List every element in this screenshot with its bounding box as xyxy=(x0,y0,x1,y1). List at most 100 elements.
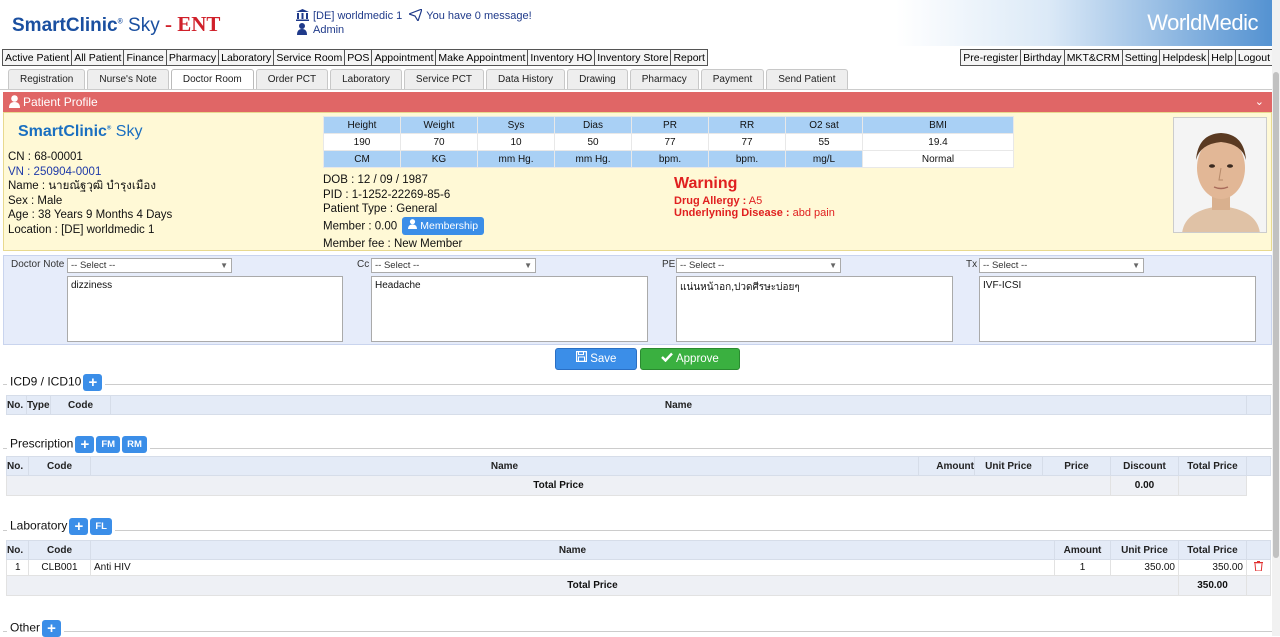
menu-item-all-patient[interactable]: All Patient xyxy=(71,49,125,66)
save-button-label: Save xyxy=(590,353,617,365)
tab-send-patient[interactable]: Send Patient xyxy=(766,69,848,89)
menu-item-active-patient[interactable]: Active Patient xyxy=(2,49,73,66)
add-laboratory-button[interactable]: + xyxy=(69,518,89,535)
menu-item-inventory-store[interactable]: Inventory Store xyxy=(594,49,672,66)
lab-unit-price[interactable]: 350.00 xyxy=(1110,559,1179,576)
add-other-button[interactable]: + xyxy=(42,620,62,637)
menu-item-appointment[interactable]: Appointment xyxy=(371,49,437,66)
icd-section: ICD9 / ICD10 + No. Type Code Name xyxy=(3,372,1272,417)
patient-name: Name : นายณัฐวุฒิ บำรุงเมือง xyxy=(8,180,156,193)
vital-unit-weight: KG xyxy=(401,151,477,167)
brand-name: WorldMedic xyxy=(1147,10,1258,35)
approve-button[interactable]: Approve xyxy=(640,348,740,370)
tab-nurse-s-note[interactable]: Nurse's Note xyxy=(87,69,169,89)
trash-icon[interactable] xyxy=(1246,559,1271,576)
laboratory-total-label: Total Price xyxy=(6,575,1179,596)
patient-pid: PID : 1-1252-22269-85-6 xyxy=(323,188,451,201)
tx-textarea[interactable]: IVF-ICSI xyxy=(979,276,1256,342)
page-scrollbar[interactable] xyxy=(1272,0,1280,636)
add-icd-button[interactable]: + xyxy=(83,374,103,391)
menu-item-pharmacy[interactable]: Pharmacy xyxy=(165,49,220,66)
menu-item-report[interactable]: Report xyxy=(670,49,708,66)
table-row[interactable]: 1 CLB001 Anti HIV 1 350.00 350.00 xyxy=(6,559,1271,576)
lab-amount[interactable]: 1 xyxy=(1054,559,1111,576)
vital-value-pr[interactable]: 77 xyxy=(632,134,708,150)
tab-laboratory[interactable]: Laboratory xyxy=(330,69,402,89)
vital-header-weight: Weight xyxy=(401,117,477,133)
membership-button-label: Membership xyxy=(420,219,479,232)
tab-data-history[interactable]: Data History xyxy=(486,69,566,89)
cc-select[interactable]: -- Select -- ▼ xyxy=(371,258,536,273)
vital-value-rr[interactable]: 77 xyxy=(709,134,785,150)
column-header-amount: Amount xyxy=(918,456,975,476)
column-header-name: Name xyxy=(90,540,1055,560)
cc-textarea[interactable]: Headache xyxy=(371,276,648,342)
rm-button[interactable]: RM xyxy=(122,436,147,453)
column-header-actions xyxy=(1246,395,1271,415)
message-link[interactable]: You have 0 message! xyxy=(426,10,531,22)
other-title: Other xyxy=(10,620,41,635)
membership-button[interactable]: Membership xyxy=(402,216,485,236)
menu-item-help[interactable]: Help xyxy=(1208,49,1236,66)
vital-value-weight[interactable]: 70 xyxy=(401,134,477,150)
scrollbar-thumb[interactable] xyxy=(1273,72,1279,558)
tab-pharmacy[interactable]: Pharmacy xyxy=(629,69,699,89)
vital-value-sys[interactable]: 10 xyxy=(478,134,554,150)
menu-item-pre-register[interactable]: Pre-register xyxy=(960,49,1022,66)
menu-item-service-room[interactable]: Service Room xyxy=(273,49,346,66)
column-header-total-price: Total Price xyxy=(1178,540,1247,560)
chevron-down-icon[interactable]: ⌄ xyxy=(1255,92,1264,112)
icd-title: ICD9 / ICD10 xyxy=(10,374,82,389)
patient-photo[interactable] xyxy=(1173,117,1267,233)
add-prescription-button[interactable]: + xyxy=(75,436,95,453)
prescription-table: No. Code Name Amount Unit Price Price Discount… xyxy=(6,456,1271,496)
tab-doctor-room[interactable]: Doctor Room xyxy=(170,69,254,89)
menu-item-inventory-ho[interactable]: Inventory HO xyxy=(527,49,596,66)
user-icon xyxy=(295,22,309,38)
menu-item-finance[interactable]: Finance xyxy=(123,49,167,66)
vital-value-dias[interactable]: 50 xyxy=(555,134,631,150)
app-logo[interactable]: SmartClinic® Sky - ENT xyxy=(12,12,220,37)
doctor-note-label: Doctor Note xyxy=(11,259,65,270)
tx-select[interactable]: -- Select -- ▼ xyxy=(979,258,1144,273)
tab-registration[interactable]: Registration xyxy=(8,69,86,89)
tab-order-pct[interactable]: Order PCT xyxy=(255,69,329,89)
menu-item-birthday[interactable]: Birthday xyxy=(1020,49,1065,66)
underlying-disease-value: abd pain xyxy=(792,207,835,219)
pe-textarea[interactable]: แน่นหน้าอก,ปวดศีรษะบ่อยๆ xyxy=(676,276,953,342)
section-divider xyxy=(3,384,1272,385)
vital-value-height[interactable]: 190 xyxy=(324,134,400,150)
pe-select-value: -- Select -- xyxy=(680,260,725,271)
menu-item-laboratory[interactable]: Laboratory xyxy=(218,49,275,66)
patient-profile-header[interactable]: Patient Profile ⌄ xyxy=(3,92,1272,112)
cc-select-value: -- Select -- xyxy=(375,260,420,271)
vital-header-o2-sat: O2 sat xyxy=(786,117,862,133)
patient-vn[interactable]: VN : 250904-0001 xyxy=(8,165,172,180)
tab-service-pct[interactable]: Service PCT xyxy=(403,69,485,89)
tab-drawing[interactable]: Drawing xyxy=(567,69,628,89)
menu-item-helpdesk[interactable]: Helpdesk xyxy=(1159,49,1210,66)
column-header-total-price: Total Price xyxy=(1178,456,1247,476)
menu-item-logout[interactable]: Logout xyxy=(1234,49,1273,66)
patient-tabs: Registration Nurse's Note Doctor Room Order… xyxy=(8,69,850,89)
vital-header-height: Height xyxy=(324,117,400,133)
menu-item-setting[interactable]: Setting xyxy=(1121,49,1161,66)
lab-total: 350.00 xyxy=(1178,559,1247,576)
menu-item-make-appointment[interactable]: Make Appointment xyxy=(435,49,529,66)
doctor-note-textarea[interactable]: dizziness xyxy=(67,276,343,342)
tab-payment[interactable]: Payment xyxy=(700,69,765,89)
fl-button[interactable]: FL xyxy=(90,518,112,535)
laboratory-section: Laboratory + FL No. Code Name Amount Unit Pric… xyxy=(3,518,1272,600)
save-button[interactable]: Save xyxy=(555,348,638,370)
vital-unit-o2-sat: mg/L xyxy=(786,151,862,167)
branch-name[interactable]: [DE] worldmedic 1 xyxy=(313,10,402,22)
lab-code: CLB001 xyxy=(28,559,91,576)
vital-value-o2-sat[interactable]: 55 xyxy=(786,134,862,150)
vital-value-bmi[interactable]: 19.4 xyxy=(863,134,1013,150)
menu-item-pos[interactable]: POS xyxy=(344,49,373,66)
pe-select[interactable]: -- Select -- ▼ xyxy=(676,258,841,273)
fm-button[interactable]: FM xyxy=(96,436,121,453)
user-name[interactable]: Admin xyxy=(313,24,344,36)
doctor-note-select[interactable]: -- Select -- ▼ xyxy=(67,258,232,273)
menu-item-mkt-crm[interactable]: MKT&CRM xyxy=(1063,49,1123,66)
